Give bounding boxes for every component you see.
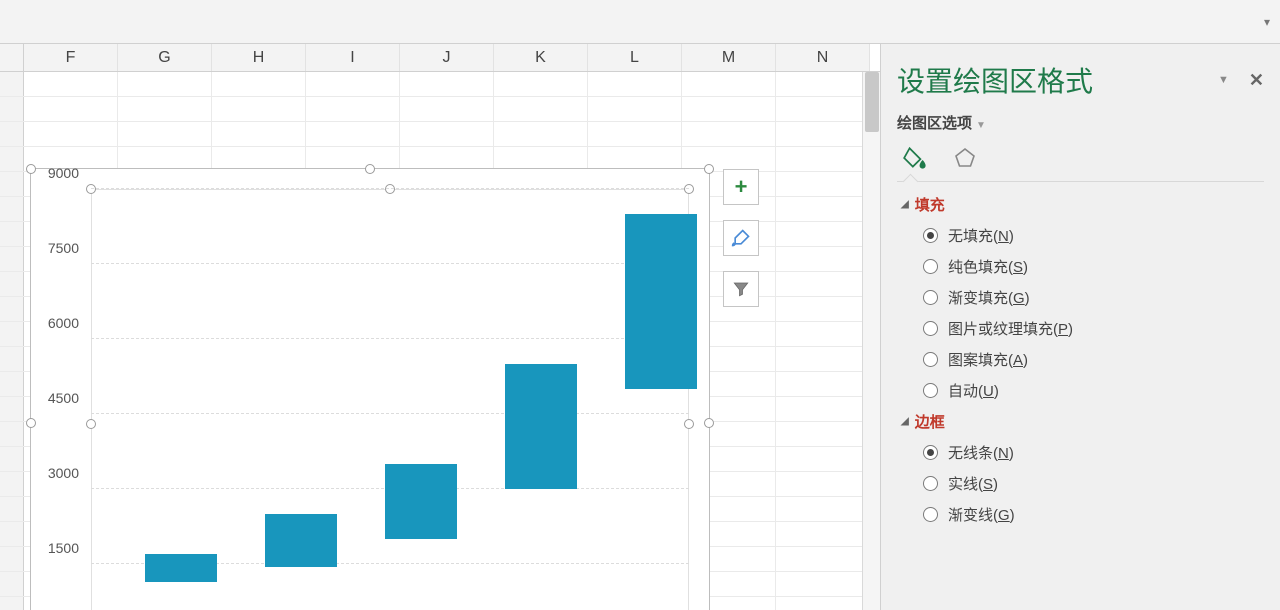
format-pane-subtitle[interactable]: 绘图区选项▼: [897, 112, 1264, 133]
col-header[interactable]: F: [24, 44, 118, 71]
radio-icon: [923, 290, 938, 305]
col-header[interactable]: M: [682, 44, 776, 71]
column-headers: F G H I J K L M N: [0, 44, 880, 72]
chart-gridline: [91, 263, 689, 264]
radio-label: 图片或纹理填充(P): [948, 318, 1073, 339]
paint-bucket-icon: [902, 145, 928, 171]
format-pane-close-button[interactable]: ✕: [1249, 70, 1264, 91]
fill-section-header[interactable]: ◢ 填充: [901, 194, 1264, 215]
effects-tab[interactable]: [950, 143, 980, 173]
chart-y-axis[interactable]: 0150030004500600075009000: [31, 189, 87, 610]
fill-option-solid[interactable]: 纯色填充(S): [923, 256, 1264, 277]
col-header[interactable]: I: [306, 44, 400, 71]
radio-label: 实线(S): [948, 473, 998, 494]
plus-icon: +: [735, 174, 748, 200]
expand-formula-icon[interactable]: ▾: [1264, 15, 1270, 29]
fill-option-none[interactable]: 无填充(N): [923, 225, 1264, 246]
radio-label: 无线条(N): [948, 442, 1014, 463]
radio-icon: [923, 259, 938, 274]
brush-icon: [731, 228, 751, 248]
col-header[interactable]: K: [494, 44, 588, 71]
col-header[interactable]: N: [776, 44, 870, 71]
radio-label: 图案填充(A): [948, 349, 1028, 370]
y-axis-tick: 4500: [48, 390, 79, 406]
chart-object[interactable]: 0150030004500600075009000 +: [30, 168, 710, 610]
y-axis-tick: 3000: [48, 465, 79, 481]
fill-line-tab[interactable]: [900, 143, 930, 173]
radio-label: 渐变填充(G): [948, 287, 1030, 308]
format-pane-dropdown-icon[interactable]: ▼: [1218, 74, 1229, 86]
fill-option-grad[interactable]: 渐变填充(G): [923, 287, 1264, 308]
chart-bar[interactable]: [145, 554, 217, 582]
fill-option-auto[interactable]: 自动(U): [923, 380, 1264, 401]
select-all-corner[interactable]: [0, 44, 24, 71]
radio-label: 无填充(N): [948, 225, 1014, 246]
vertical-scrollbar[interactable]: [862, 72, 880, 610]
radio-icon: [923, 445, 938, 460]
y-axis-tick: 9000: [48, 165, 79, 181]
chart-handle-tl[interactable]: [26, 164, 36, 174]
format-pane: 设置绘图区格式 ▼ ✕ 绘图区选项▼ ◢ 填充: [880, 44, 1280, 610]
format-pane-divider: [897, 181, 1264, 182]
chart-bar[interactable]: [265, 514, 337, 567]
format-pane-title: 设置绘图区格式: [897, 60, 1093, 100]
collapse-triangle-icon: ◢: [901, 416, 909, 427]
radio-icon: [923, 321, 938, 336]
chart-gridline: [91, 413, 689, 414]
col-header[interactable]: L: [588, 44, 682, 71]
chart-gridline: [91, 338, 689, 339]
y-axis-tick: 7500: [48, 240, 79, 256]
collapse-triangle-icon: ◢: [901, 199, 909, 210]
radio-label: 纯色填充(S): [948, 256, 1028, 277]
pentagon-icon: [953, 146, 977, 170]
chart-filter-button[interactable]: [723, 271, 759, 307]
chart-styles-button[interactable]: [723, 220, 759, 256]
chart-bar[interactable]: [385, 464, 457, 539]
chart-handle-mr[interactable]: [704, 418, 714, 428]
radio-icon: [923, 383, 938, 398]
radio-label: 渐变线(G): [948, 504, 1015, 525]
border-option-noline[interactable]: 无线条(N): [923, 442, 1264, 463]
border-option-grad[interactable]: 渐变线(G): [923, 504, 1264, 525]
format-pane-tabs: [897, 143, 1264, 173]
chart-handle-tm[interactable]: [365, 164, 375, 174]
y-axis-tick: 1500: [48, 540, 79, 556]
chart-plot-inner: [91, 189, 689, 610]
radio-icon: [923, 476, 938, 491]
y-axis-tick: 6000: [48, 315, 79, 331]
radio-icon: [923, 507, 938, 522]
chart-side-buttons: +: [723, 169, 759, 307]
scrollbar-thumb[interactable]: [865, 72, 879, 132]
chart-bar[interactable]: [625, 214, 697, 389]
formula-bar[interactable]: ▾: [0, 0, 1280, 44]
fill-option-pattern[interactable]: 图案填充(A): [923, 349, 1264, 370]
col-header[interactable]: G: [118, 44, 212, 71]
radio-icon: [923, 352, 938, 367]
chart-bar[interactable]: [505, 364, 577, 489]
radio-label: 自动(U): [948, 380, 999, 401]
filter-icon: [732, 280, 750, 298]
chart-gridline: [91, 188, 689, 189]
col-header[interactable]: J: [400, 44, 494, 71]
chevron-down-icon: ▼: [976, 120, 986, 131]
col-header[interactable]: H: [212, 44, 306, 71]
fill-option-pic[interactable]: 图片或纹理填充(P): [923, 318, 1264, 339]
chart-elements-button[interactable]: +: [723, 169, 759, 205]
spreadsheet-area: F G H I J K L M N 0150030004500600075: [0, 44, 880, 610]
chart-handle-tr[interactable]: [704, 164, 714, 174]
radio-icon: [923, 228, 938, 243]
border-option-solid[interactable]: 实线(S): [923, 473, 1264, 494]
border-section-header[interactable]: ◢ 边框: [901, 411, 1264, 432]
